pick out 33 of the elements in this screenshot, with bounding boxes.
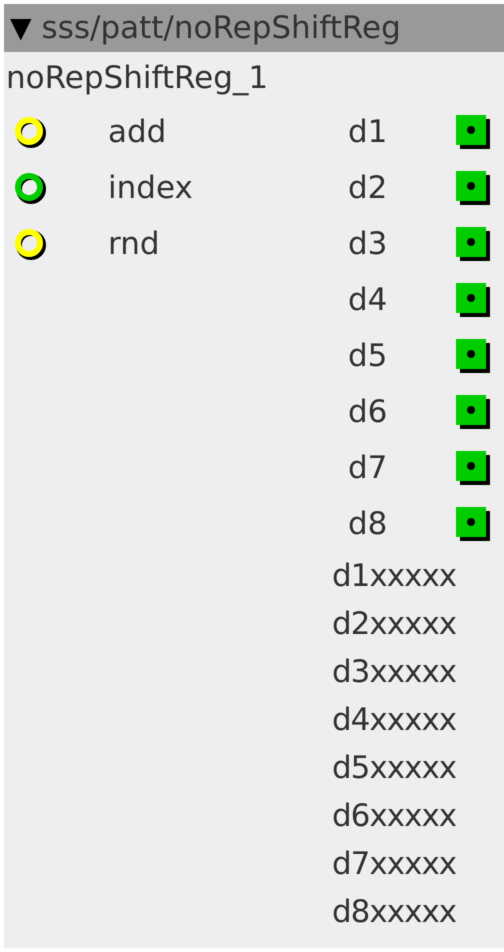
inlet-ring-icon[interactable] [14,227,48,261]
outlet-square-icon[interactable] [456,227,490,261]
outlet-label: d7 [348,450,388,486]
outlet-square-icon[interactable] [456,283,490,317]
outlet-label: d4 [348,282,388,318]
display-value: d5xxxxx [332,748,456,788]
outlet-label: d6 [348,394,388,430]
display-value: d4xxxxx [332,700,456,740]
outlet-square-icon[interactable] [456,507,490,541]
outlet-square-icon[interactable] [456,339,490,373]
display-value: d7xxxxx [332,844,456,884]
inlet-label: index [108,170,193,206]
inlet-label: add [108,114,166,150]
outlet-square-icon[interactable] [456,395,490,429]
display-value: d6xxxxx [332,796,456,836]
display-value: d8xxxxx [332,892,456,932]
inlet-ring-icon[interactable] [14,115,48,149]
outlet-label: d3 [348,226,388,262]
display-value: d3xxxxx [332,652,456,692]
display-value: d2xxxxx [332,604,456,644]
outlet-label: d1 [348,114,388,150]
outlet-label: d2 [348,170,388,206]
outlet-label: d5 [348,338,388,374]
collapse-toggle[interactable]: ▼ [10,7,32,49]
outlet-label: d8 [348,506,388,542]
outlet-square-icon[interactable] [456,171,490,205]
outlet-square-icon[interactable] [456,115,490,149]
inlet-ring-icon[interactable] [14,171,48,205]
instance-name: noRepShiftReg_1 [6,58,268,98]
inlet-label: rnd [108,226,160,262]
object-path: sss/patt/noRepShiftReg [42,8,401,48]
display-value: d1xxxxx [332,556,456,596]
outlet-square-icon[interactable] [456,451,490,485]
